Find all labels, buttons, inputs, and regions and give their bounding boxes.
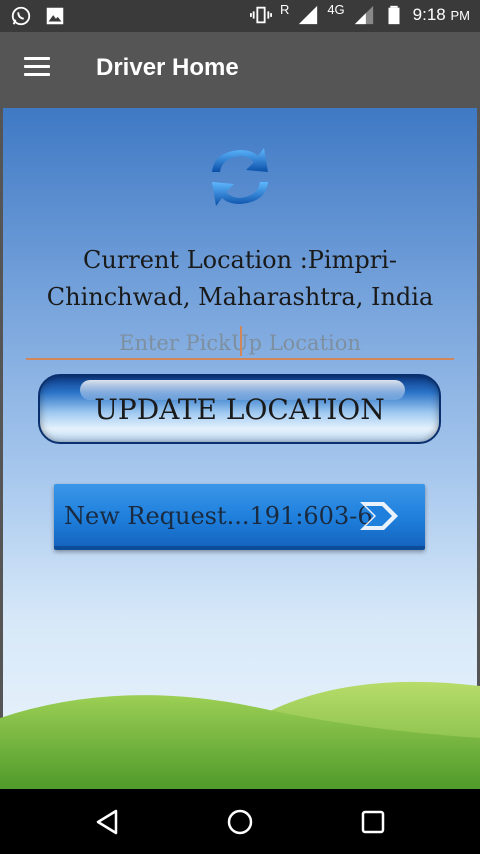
status-time: 9:18 PM — [412, 5, 470, 24]
vibrate-icon — [249, 6, 272, 24]
app-bar: Driver Home — [0, 32, 480, 108]
new-request-label: New Request...191:603-68 — [64, 502, 388, 530]
signal-icon-2 — [354, 5, 373, 25]
network-type-label: 4G — [327, 1, 345, 17]
whatsapp-icon — [11, 6, 31, 26]
gallery-icon — [46, 7, 64, 25]
back-triangle-icon[interactable] — [92, 807, 122, 837]
home-circle-icon[interactable] — [225, 807, 255, 837]
update-location-button[interactable]: UPDATE LOCATION — [38, 374, 441, 444]
status-left-icons — [10, 5, 66, 27]
status-bar: R 4G 9:18 PM — [0, 0, 480, 32]
recents-square-icon[interactable] — [358, 807, 388, 837]
system-nav-bar — [0, 789, 480, 854]
roaming-label: R — [279, 1, 290, 17]
current-location-text: Current Location :Pimpri-Chinchwad, Maha… — [46, 246, 434, 311]
status-right-icons: R 4G 9:18 PM — [249, 1, 470, 26]
battery-icon — [388, 5, 400, 25]
page-title: Driver Home — [96, 54, 239, 81]
new-request-button[interactable]: New Request...191:603-68 — [54, 484, 425, 550]
chevron-right-icon — [360, 502, 398, 530]
hamburger-menu-icon[interactable] — [24, 57, 50, 79]
text-cursor — [240, 326, 242, 356]
signal-icon — [299, 5, 318, 25]
hills-background — [0, 681, 480, 789]
main-content: Current Location :Pimpri-Chinchwad, Maha… — [0, 108, 480, 789]
refresh-arrows-icon[interactable] — [206, 142, 274, 212]
update-location-label: UPDATE LOCATION — [94, 392, 385, 426]
